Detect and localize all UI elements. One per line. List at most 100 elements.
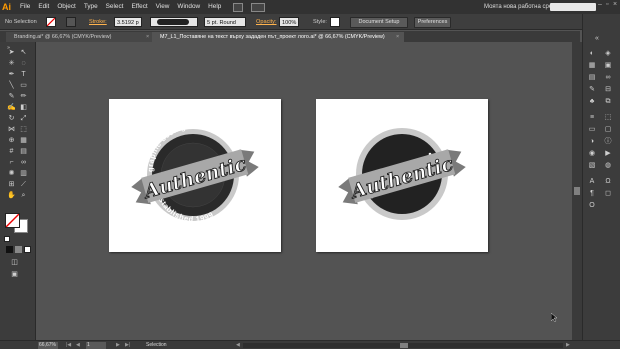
layers-icon[interactable]: ◈ (603, 49, 613, 58)
menu-edit[interactable]: Edit (34, 0, 53, 14)
appearance-icon[interactable]: ◉ (587, 149, 597, 158)
magic-wand-tool-icon[interactable]: ✳ (7, 59, 16, 68)
horizontal-scrollbar[interactable] (243, 343, 563, 348)
mesh-tool-icon[interactable]: # (7, 147, 16, 156)
brushes-icon[interactable]: ✎ (587, 85, 597, 94)
variable-width-profile[interactable] (150, 17, 198, 27)
direct-selection-tool-icon[interactable]: ↖ (19, 48, 28, 57)
color-mode-icon[interactable] (6, 246, 13, 253)
pathfinder-icon[interactable]: ⧉ (603, 97, 613, 106)
selection-tool-icon[interactable]: ➤ (7, 48, 16, 57)
width-tool-icon[interactable]: ⋈ (7, 125, 16, 134)
screen-mode-icon[interactable]: ▣ (10, 270, 19, 279)
menu-file[interactable]: File (16, 0, 34, 14)
rotate-tool-icon[interactable]: ↻ (7, 114, 16, 123)
transparency-icon[interactable]: ◑ (587, 137, 597, 146)
line-tool-icon[interactable]: ╲ (7, 81, 16, 90)
artboard-1[interactable]: graphic desing studio established 1999 A… (109, 99, 281, 252)
menu-object[interactable]: Object (53, 0, 79, 14)
blob-brush-tool-icon[interactable]: ✍ (7, 103, 16, 112)
artboard-number-field[interactable]: 1 (86, 342, 106, 349)
graphic-style-swatch[interactable] (330, 17, 340, 27)
hscroll-left-icon[interactable]: ◀ (236, 342, 240, 349)
tab-close-icon[interactable]: × (146, 32, 152, 42)
hscroll-thumb[interactable] (400, 343, 408, 348)
menu-window[interactable]: Window (173, 0, 204, 14)
tab-branding[interactable]: Branding.ai* @ 66,67% (CMYK/Preview) (6, 32, 152, 42)
gradient-mode-icon[interactable] (15, 246, 22, 253)
menu-effect[interactable]: Effect (127, 0, 151, 14)
pencil-tool-icon[interactable]: ✏ (19, 92, 28, 101)
symbol-sprayer-tool-icon[interactable]: ✺ (7, 169, 16, 178)
search-input[interactable] (550, 3, 596, 11)
paragraph-icon[interactable]: ¶ (587, 189, 597, 198)
links-icon[interactable]: ∞ (603, 73, 613, 82)
none-mode-icon[interactable] (24, 246, 31, 253)
bridge-icon[interactable] (233, 2, 244, 12)
actions-icon[interactable]: ▶ (603, 149, 613, 158)
image-trace-icon[interactable]: ◍ (603, 161, 613, 170)
graphic-styles-icon[interactable]: ▧ (587, 161, 597, 170)
info-icon[interactable]: ⓘ (603, 137, 613, 146)
scroll-thumb[interactable] (574, 187, 580, 195)
eyedropper-tool-icon[interactable]: ⌐ (7, 158, 16, 167)
free-transform-tool-icon[interactable]: ⬚ (19, 125, 28, 134)
menu-type[interactable]: Type (80, 0, 102, 14)
glyphs-icon[interactable]: Ω (603, 177, 613, 186)
perspective-grid-tool-icon[interactable]: ▦ (19, 136, 28, 145)
first-artboard-icon[interactable]: |◀ (66, 342, 71, 349)
align-icon[interactable]: ⊟ (603, 85, 613, 94)
type-tool-icon[interactable]: T (19, 70, 28, 79)
brush-definition[interactable]: 5 pt. Round (204, 17, 246, 27)
arrange-documents-icon[interactable] (251, 2, 266, 12)
gradient-tool-icon[interactable]: ▤ (19, 147, 28, 156)
navigator-icon[interactable]: ▢ (603, 125, 613, 134)
rectangle-tool-icon[interactable]: ▭ (19, 81, 28, 90)
menu-help[interactable]: Help (204, 0, 225, 14)
zoom-field[interactable]: 66,67% (38, 342, 58, 349)
swatches-icon[interactable]: ▤ (587, 73, 597, 82)
tab-logo-project[interactable]: M7_L1_Поставяне на текст върху зададен п… (152, 32, 404, 42)
artboards-icon[interactable]: ▣ (603, 61, 613, 70)
color-guide-icon[interactable]: ▦ (587, 61, 597, 70)
fill-box[interactable] (5, 213, 20, 228)
opacity-field[interactable]: 100% (279, 17, 299, 27)
vertical-scrollbar[interactable] (572, 42, 582, 340)
tab-close-icon[interactable]: × (396, 32, 402, 42)
draw-mode-icon[interactable]: ◫ (10, 258, 19, 267)
stroke-panel-icon[interactable]: ≡ (587, 113, 597, 122)
zoom-tool-icon[interactable]: ⌕ (19, 191, 28, 200)
opentype-icon[interactable]: O (587, 201, 597, 210)
shape-builder-tool-icon[interactable]: ⊕ (7, 136, 16, 145)
fill-swatch[interactable] (46, 17, 56, 27)
stroke-swatch[interactable] (66, 17, 76, 27)
stroke-label[interactable]: Stroke: (89, 17, 107, 27)
scale-tool-icon[interactable]: ⤢ (19, 114, 28, 123)
close-icon[interactable]: × (613, 1, 619, 8)
preferences-button[interactable]: Preferences (414, 16, 451, 28)
paintbrush-tool-icon[interactable]: ✎ (7, 92, 16, 101)
menu-view[interactable]: View (152, 0, 174, 14)
artboard-tool-icon[interactable]: ⊞ (7, 180, 16, 189)
transform-icon[interactable]: ⬚ (603, 113, 613, 122)
hand-tool-icon[interactable]: ✋ (7, 191, 16, 200)
collapse-panels-icon[interactable]: « (592, 34, 602, 43)
color-panel-icon[interactable]: ◐ (587, 49, 597, 58)
status-mode[interactable]: Selection (146, 342, 167, 349)
column-graph-tool-icon[interactable]: ▥ (19, 169, 28, 178)
character-icon[interactable]: A (587, 177, 597, 186)
lasso-tool-icon[interactable]: ◌ (19, 59, 28, 68)
opacity-label[interactable]: Opacity: (256, 17, 277, 27)
slice-tool-icon[interactable]: ⟋ (19, 180, 28, 189)
minimize-icon[interactable]: – (598, 1, 604, 8)
menu-select[interactable]: Select (102, 0, 128, 14)
gradient-panel-icon[interactable]: ▭ (587, 125, 597, 134)
eraser-tool-icon[interactable]: ◧ (19, 103, 28, 112)
prev-artboard-icon[interactable]: ◀ (76, 342, 80, 349)
last-artboard-icon[interactable]: ▶| (125, 342, 130, 349)
pen-tool-icon[interactable]: ✒ (7, 70, 16, 79)
artboard-2[interactable]: Authentic (316, 99, 488, 252)
workspace-switcher[interactable]: Моята нова работна среда (484, 0, 559, 14)
default-colors-icon[interactable] (4, 236, 10, 242)
next-artboard-icon[interactable]: ▶ (116, 342, 120, 349)
